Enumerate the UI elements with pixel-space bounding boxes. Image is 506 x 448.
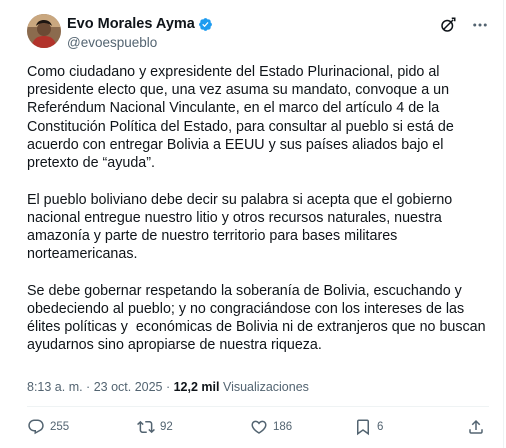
bookmark-count: 6 xyxy=(377,421,384,433)
tweet-text: Como ciudadano y expresidente del Estado… xyxy=(27,63,487,373)
tweet-paragraph: Se debe gobernar respetando la soberanía… xyxy=(27,282,490,354)
repost-button[interactable]: 92 xyxy=(137,418,173,436)
verified-badge-icon xyxy=(198,17,213,32)
like-count: 186 xyxy=(273,421,293,433)
author-handle[interactable]: @evoespueblo xyxy=(67,35,213,50)
avatar[interactable] xyxy=(27,14,61,48)
action-bar: 255 92 186 6 xyxy=(27,418,485,440)
bookmark-button[interactable]: 6 xyxy=(354,418,383,436)
views-label: Visualizaciones xyxy=(222,380,309,394)
repost-icon xyxy=(137,420,155,434)
timestamp[interactable]: 8:13 a. m. · 23 oct. 2025 xyxy=(27,380,163,394)
divider xyxy=(27,406,489,407)
reply-button[interactable]: 255 xyxy=(27,418,69,436)
tweet-paragraph: Como ciudadano y expresidente del Estado… xyxy=(27,64,458,172)
author-names: Evo Morales Ayma @evoespueblo xyxy=(67,15,213,50)
bookmark-icon xyxy=(357,419,369,436)
display-name-row: Evo Morales Ayma xyxy=(67,15,213,33)
tweet-paragraph: El pueblo boliviano debe decir su palabr… xyxy=(27,191,457,263)
share-button[interactable] xyxy=(467,418,485,436)
more-icon[interactable] xyxy=(471,16,489,34)
tweet-header: Evo Morales Ayma @evoespueblo xyxy=(27,12,489,54)
reply-icon xyxy=(28,419,44,435)
repost-count: 92 xyxy=(160,421,173,433)
like-icon xyxy=(251,420,267,434)
tweet-meta: 8:13 a. m. · 23 oct. 2025 · 12,2 mil Vis… xyxy=(27,380,309,394)
display-name[interactable]: Evo Morales Ayma xyxy=(67,16,195,32)
like-button[interactable]: 186 xyxy=(250,418,292,436)
grok-icon[interactable] xyxy=(439,16,457,34)
share-icon xyxy=(469,419,483,434)
meta-separator: · xyxy=(162,380,174,394)
views-count: 12,2 mil xyxy=(173,380,220,394)
tweet-post: Evo Morales Ayma @evoespueblo Como ciuda… xyxy=(0,0,504,448)
reply-count: 255 xyxy=(50,421,70,433)
